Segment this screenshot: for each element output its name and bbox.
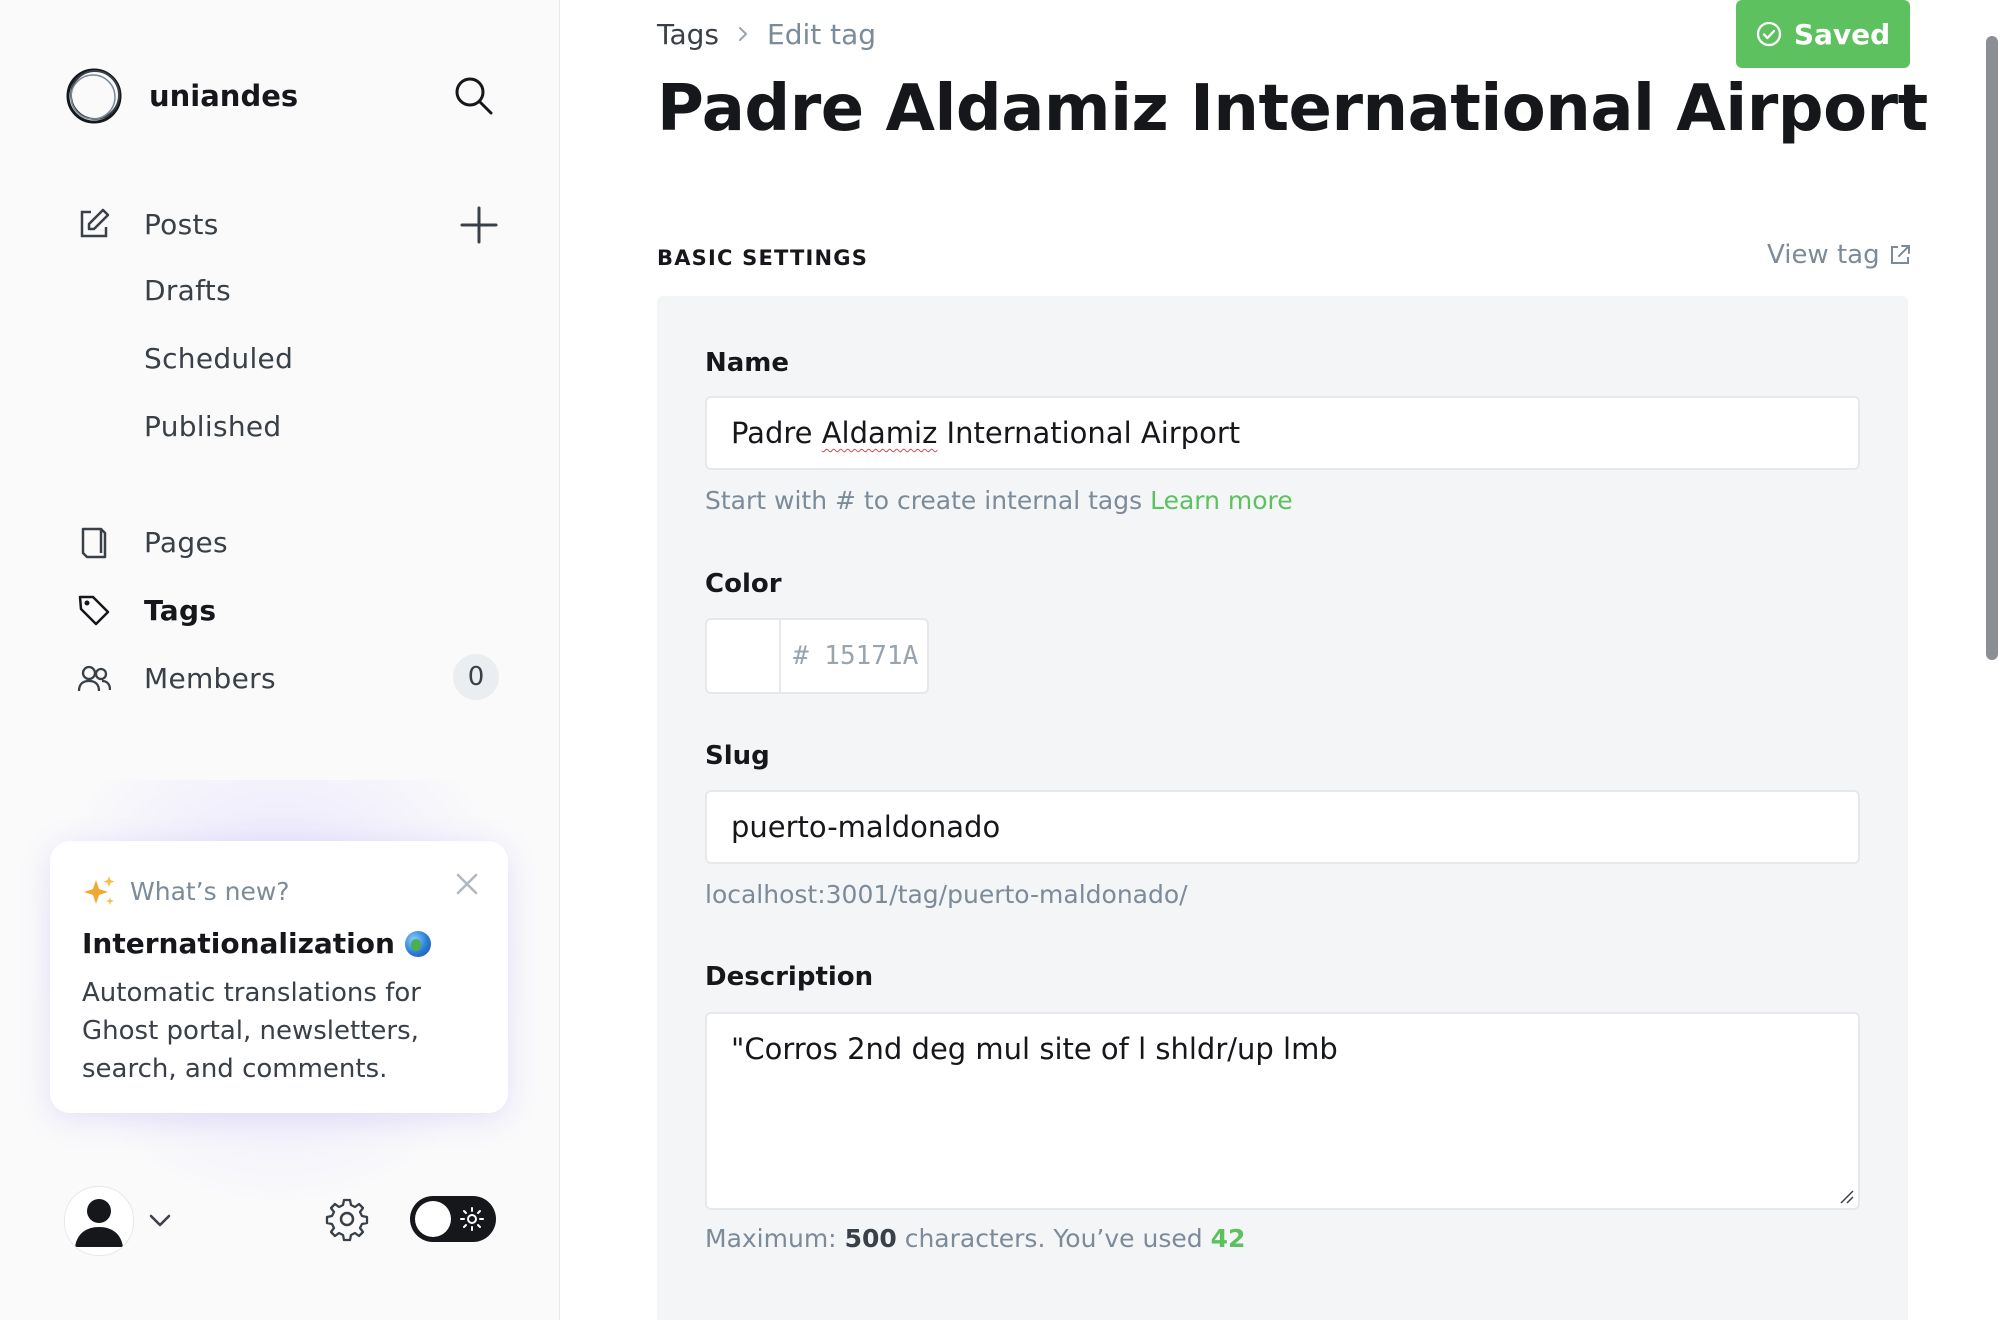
- tag-icon: [76, 592, 112, 628]
- desc-hint-pre: Maximum:: [705, 1224, 837, 1253]
- page-title: Padre Aldamiz International Airport: [657, 72, 1928, 146]
- globe-icon: [404, 930, 431, 957]
- chevron-down-icon[interactable]: [146, 1206, 174, 1234]
- gear-icon[interactable]: [324, 1196, 370, 1242]
- desc-hint-used: 42: [1210, 1224, 1246, 1253]
- pages-icon: [76, 524, 112, 560]
- desc-hint-max: 500: [844, 1224, 897, 1253]
- theme-toggle[interactable]: [410, 1196, 496, 1242]
- description-value: "Corros 2nd deg mul site of l shldr/up l…: [731, 1032, 1338, 1066]
- description-textarea[interactable]: "Corros 2nd deg mul site of l shldr/up l…: [705, 1012, 1860, 1210]
- desc-hint-mid: characters. You’ve used: [904, 1224, 1203, 1253]
- color-picker[interactable]: # 15171A: [705, 618, 929, 694]
- toggle-knob: [415, 1201, 451, 1237]
- breadcrumb-tags-link[interactable]: Tags: [657, 18, 719, 51]
- avatar[interactable]: [64, 1186, 134, 1256]
- nav-scheduled[interactable]: Scheduled: [144, 342, 293, 375]
- description-hint: Maximum: 500 characters. You’ve used 42: [705, 1224, 1245, 1253]
- description-label: Description: [705, 962, 874, 992]
- members-count-badge: 0: [453, 654, 499, 700]
- search-icon[interactable]: [452, 74, 494, 116]
- nav-drafts[interactable]: Drafts: [144, 274, 231, 307]
- view-tag-link[interactable]: View tag: [1767, 240, 1912, 270]
- color-label: Color: [705, 569, 782, 599]
- saved-button[interactable]: Saved: [1736, 0, 1910, 68]
- scrollbar[interactable]: [1986, 36, 1998, 660]
- nav-tags-label: Tags: [144, 593, 217, 627]
- edit-icon: [76, 206, 112, 242]
- saved-button-label: Saved: [1793, 17, 1891, 51]
- name-hint: Start with # to create internal tags Lea…: [705, 486, 1293, 515]
- breadcrumb-current: Edit tag: [767, 17, 877, 51]
- name-hint-text: Start with # to create internal tags: [705, 486, 1143, 515]
- name-label: Name: [705, 348, 790, 378]
- color-swatch[interactable]: [707, 620, 781, 692]
- check-circle-icon: [1756, 21, 1781, 47]
- plus-icon[interactable]: [458, 204, 500, 246]
- whats-new-title: Internationalization: [82, 927, 476, 960]
- name-value-misspelled: Aldamiz: [821, 416, 938, 450]
- nav-published[interactable]: Published: [144, 410, 282, 443]
- slug-input[interactable]: puerto-maldonado: [705, 790, 1860, 864]
- members-icon: [76, 660, 112, 696]
- user-icon: [75, 1199, 123, 1247]
- basic-settings-panel: Name Padre Aldamiz International Airport…: [657, 296, 1908, 1320]
- name-input[interactable]: Padre Aldamiz International Airport: [705, 396, 1860, 470]
- color-hex-input[interactable]: # 15171A: [781, 620, 918, 692]
- chevron-right-icon: [739, 27, 747, 41]
- brand[interactable]: uniandes: [64, 64, 298, 128]
- nav-pages-label: Pages: [144, 525, 228, 559]
- nav-pages[interactable]: Pages: [76, 518, 228, 566]
- learn-more-link[interactable]: Learn more: [1150, 486, 1293, 515]
- logo-icon: [66, 68, 122, 124]
- external-link-icon: [1890, 245, 1910, 264]
- nav-posts-label: Posts: [144, 207, 219, 241]
- sparkle-icon: [84, 876, 115, 905]
- sidebar: uniandes Posts Drafts Scheduled Publishe…: [0, 0, 560, 1320]
- breadcrumb: Tags Edit tag: [657, 14, 876, 54]
- whats-new-card[interactable]: What’s new? Internationalization Automat…: [50, 841, 508, 1113]
- section-label: BASIC SETTINGS: [657, 246, 869, 270]
- close-icon[interactable]: [454, 871, 480, 897]
- whats-new-header: What’s new?: [82, 873, 476, 909]
- sun-icon: [460, 1207, 484, 1231]
- slug-label: Slug: [705, 741, 770, 771]
- name-value-post: International Airport: [937, 416, 1241, 450]
- nav-tags[interactable]: Tags: [76, 586, 216, 634]
- site-name: uniandes: [149, 79, 299, 113]
- name-value-pre: Padre: [731, 416, 822, 450]
- resize-handle-icon[interactable]: [1838, 1188, 1854, 1204]
- whats-new-body: Automatic translations for Ghost portal,…: [82, 978, 421, 1084]
- whats-new-title-text: Internationalization: [82, 927, 395, 960]
- view-tag-label: View tag: [1767, 240, 1880, 270]
- slug-url: localhost:3001/tag/puerto-maldonado/: [705, 880, 1188, 909]
- nav-posts[interactable]: Posts: [76, 200, 218, 248]
- nav-members-label: Members: [144, 661, 276, 695]
- nav-members[interactable]: Members: [76, 654, 276, 702]
- slug-value: puerto-maldonado: [731, 810, 1001, 844]
- whats-new-label: What’s new?: [130, 876, 290, 906]
